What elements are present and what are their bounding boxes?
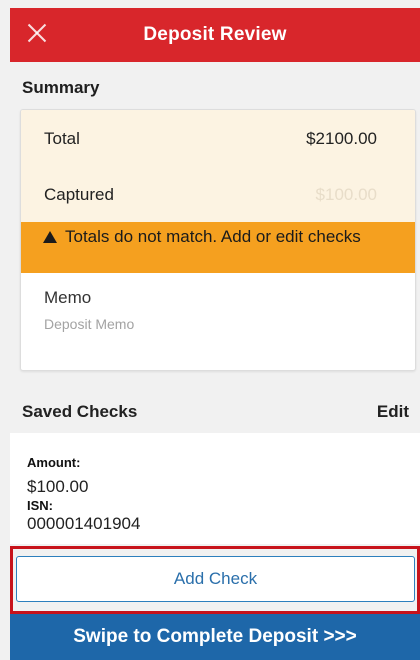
swipe-complete-deposit[interactable]: Swipe to Complete Deposit >>> <box>10 614 420 660</box>
summary-title: Summary <box>22 78 100 97</box>
total-value: $2100.00 <box>306 129 377 148</box>
saved-checks-header: Saved Checks Edit <box>10 395 420 429</box>
amount-value: $100.00 <box>27 477 89 496</box>
amount-label: Amount: <box>27 455 81 470</box>
memo-label: Memo <box>44 288 92 307</box>
captured-value: $100.00 <box>315 185 377 204</box>
summary-card: Total $2100.00 Captured $100.00 Totals d… <box>20 109 416 371</box>
page-title: Deposit Review <box>143 24 287 45</box>
totals-warning: Totals do not match. Add or edit checks <box>21 222 415 273</box>
edit-button[interactable]: Edit <box>377 402 409 422</box>
warning-icon <box>43 231 57 243</box>
captured-label: Captured <box>44 185 114 204</box>
warning-text: Totals do not match. Add or edit checks <box>65 227 361 246</box>
memo-field[interactable]: Memo Deposit Memo <box>44 288 134 332</box>
memo-input[interactable]: Deposit Memo <box>44 316 134 332</box>
total-row: Total $2100.00 <box>21 110 415 168</box>
close-icon[interactable] <box>26 22 48 44</box>
captured-row: Captured $100.00 <box>21 168 415 222</box>
add-check-highlight: Add Check <box>10 546 420 614</box>
total-label: Total <box>44 129 80 148</box>
header-bar: Deposit Review <box>10 8 420 62</box>
saved-checks-title: Saved Checks <box>22 402 138 421</box>
add-check-button[interactable]: Add Check <box>16 556 415 602</box>
list-item[interactable]: Amount: $100.00 ISN: 000001401904 <box>10 433 420 544</box>
isn-label: ISN: <box>27 498 53 513</box>
isn-value: 000001401904 <box>27 514 141 533</box>
